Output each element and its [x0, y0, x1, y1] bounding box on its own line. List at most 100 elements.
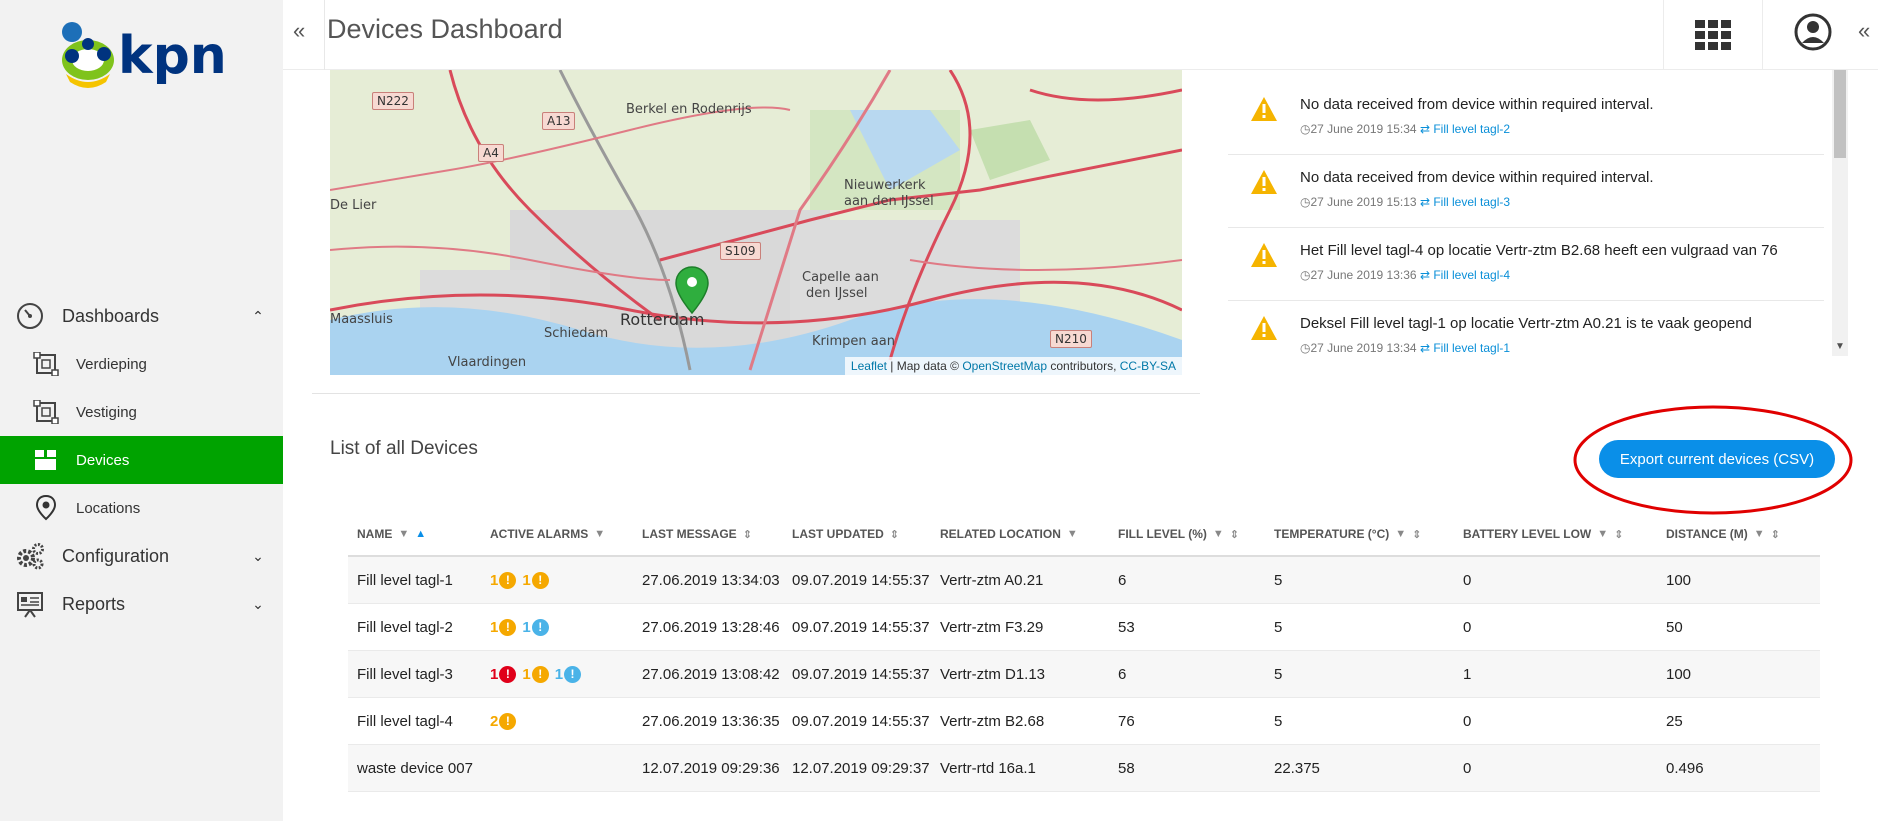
chevron-up-icon[interactable]: ⌃ [243, 308, 273, 325]
nav-group-label: Configuration [62, 545, 170, 566]
attribution-text: | Map data © [890, 359, 959, 373]
table-row[interactable]: Fill level tagl-4 2! 27.06.2019 13:36:35 09… [348, 698, 1820, 745]
alarm-count: 1 [554, 665, 564, 683]
alert-device-link[interactable]: Fill level tagl-2 [1433, 122, 1510, 136]
alarm-exclamation-icon: ! [564, 665, 582, 683]
table-row[interactable]: Fill level tagl-1 1! 1! 27.06.2019 13:34:03… [348, 557, 1820, 604]
cell-last-message: 12.07.2019 09:29:36 [642, 759, 780, 777]
filter-icon[interactable]: ▼ [398, 528, 409, 540]
nav-group-dashboards[interactable]: Dashboards ⌃ [0, 292, 283, 340]
column-header-distance[interactable]: DISTANCE (M) ▼ ⇕ [1666, 527, 1816, 541]
cell-last-updated: 09.07.2019 14:55:37 [792, 571, 930, 589]
filter-icon[interactable]: ▼ [594, 528, 605, 540]
column-header-last-message[interactable]: LAST MESSAGE ⇕ [642, 527, 792, 541]
alarm-badge-orange[interactable]: 1! [490, 618, 517, 636]
collapse-right-panel-button[interactable]: « [1858, 18, 1870, 44]
cell-battery-level-low: 0 [1463, 712, 1472, 730]
column-header-label: ACTIVE ALARMS [490, 527, 589, 541]
map-label: Maassluis [330, 312, 393, 327]
column-header-related-location[interactable]: RELATED LOCATION ▼ [940, 527, 1118, 541]
table-row[interactable]: Fill level tagl-3 1! 1! 1! 27.06.2019 13:08:… [348, 651, 1820, 698]
alert-item[interactable]: Het Fill level tagl-4 op locatie Vertr-z… [1228, 228, 1824, 301]
column-header-label: NAME [357, 527, 393, 541]
exchange-icon: ⇄ [1419, 122, 1430, 136]
column-header-last-updated[interactable]: LAST UPDATED ⇕ [792, 527, 940, 541]
filter-icon[interactable]: ▼ [1067, 528, 1078, 540]
collapse-sidebar-button[interactable]: « [293, 18, 305, 44]
table-row[interactable]: Fill level tagl-2 1! 1! 27.06.2019 13:28:46… [348, 604, 1820, 651]
filter-icon[interactable]: ▼ [1213, 528, 1224, 540]
device-map[interactable]: Berkel en Rodenrijs De Lier Nieuwerkerk … [330, 70, 1182, 375]
alert-item[interactable]: No data received from device within requ… [1228, 82, 1824, 155]
kpn-logo[interactable]: kpn [52, 16, 232, 96]
alarm-count: 1 [522, 665, 531, 683]
filter-icon[interactable]: ▼ [1754, 528, 1765, 540]
apps-grid-button[interactable] [1663, 0, 1763, 70]
devices-list-title: List of all Devices [330, 438, 478, 459]
filter-icon[interactable]: ▼ [1395, 528, 1406, 540]
alarm-badge-orange[interactable]: 1! [490, 571, 517, 589]
map-label: Schiedam [544, 326, 609, 341]
sort-icon[interactable]: ⇕ [1614, 528, 1623, 541]
column-header-label: RELATED LOCATION [940, 527, 1061, 541]
alert-meta: ◷27 June 2019 13:36 ⇄ Fill level tagl-4 [1300, 268, 1510, 282]
alert-device-link[interactable]: Fill level tagl-1 [1433, 341, 1510, 355]
alarm-count: 1 [522, 618, 531, 636]
sort-icon[interactable]: ⇕ [890, 528, 899, 541]
scrollbar-thumb[interactable] [1834, 70, 1846, 158]
floor-plan-icon [32, 398, 60, 426]
column-header-active-alarms[interactable]: ACTIVE ALARMS ▼ [490, 527, 642, 541]
filter-icon[interactable]: ▼ [1597, 528, 1608, 540]
leaflet-link[interactable]: Leaflet [851, 359, 887, 373]
map-label: Nieuwerkerk [844, 178, 926, 193]
column-header-temperature[interactable]: TEMPERATURE (°C) ▼ ⇕ [1274, 527, 1463, 541]
cell-fill-level: 6 [1118, 571, 1127, 589]
nav-group-reports[interactable]: Reports ⌄ [0, 580, 283, 628]
cell-last-updated: 09.07.2019 14:55:37 [792, 618, 930, 636]
alert-device-link[interactable]: Fill level tagl-3 [1433, 195, 1510, 209]
sidebar-item-devices[interactable]: Devices [0, 436, 283, 484]
cell-distance: 25 [1666, 712, 1683, 730]
sort-icon[interactable]: ⇕ [1230, 528, 1239, 541]
alert-time: 27 June 2019 15:13 [1310, 195, 1417, 209]
column-header-battery-level-low[interactable]: BATTERY LEVEL LOW ▼ ⇕ [1463, 527, 1666, 541]
alarm-badge-orange[interactable]: 1! [522, 571, 549, 589]
column-header-label: FILL LEVEL (%) [1118, 527, 1207, 541]
sidebar-item-verdieping[interactable]: Verdieping [0, 340, 283, 388]
cell-last-updated: 09.07.2019 14:55:37 [792, 712, 930, 730]
sort-icon[interactable]: ⇕ [1412, 528, 1421, 541]
alerts-scrollbar[interactable]: ▼ [1832, 70, 1848, 356]
sort-icon[interactable]: ⇕ [743, 528, 752, 541]
osm-link[interactable]: OpenStreetMap [962, 359, 1047, 373]
chevron-down-icon[interactable]: ⌄ [243, 548, 273, 565]
alarm-badge-orange[interactable]: 2! [490, 712, 517, 730]
alarm-badge-red[interactable]: 1! [490, 665, 517, 683]
cell-temperature: 5 [1274, 712, 1283, 730]
sort-asc-icon[interactable]: ▲ [415, 528, 426, 540]
column-header-fill-level[interactable]: FILL LEVEL (%) ▼ ⇕ [1118, 527, 1274, 541]
alarm-badge-orange[interactable]: 1! [522, 665, 549, 683]
table-row[interactable]: waste device 007 12.07.2019 09:29:36 12.07… [348, 745, 1820, 792]
export-csv-button[interactable]: Export current devices (CSV) [1599, 440, 1835, 478]
exchange-icon: ⇄ [1419, 341, 1430, 355]
alarm-exclamation-icon: ! [499, 618, 517, 636]
scroll-down-arrow-icon[interactable]: ▼ [1835, 341, 1845, 352]
sidebar-item-vestiging[interactable]: Vestiging [0, 388, 283, 436]
nav-group-configuration[interactable]: Configuration ⌄ [0, 532, 283, 580]
exchange-icon: ⇄ [1419, 195, 1430, 209]
alarm-badge-blue[interactable]: 1! [554, 665, 582, 683]
alert-device-link[interactable]: Fill level tagl-4 [1433, 268, 1510, 282]
sidebar-item-locations[interactable]: Locations [0, 484, 283, 532]
map-marker-icon[interactable] [675, 266, 709, 314]
column-header-name[interactable]: NAME ▼ ▲ [348, 527, 490, 541]
chevron-down-icon[interactable]: ⌄ [243, 596, 273, 613]
map-pin-icon [32, 494, 60, 522]
sort-icon[interactable]: ⇕ [1771, 528, 1780, 541]
table-header: NAME ▼ ▲ ACTIVE ALARMS ▼ LAST MESSAGE ⇕ LAST… [348, 513, 1820, 557]
alarm-badge-blue[interactable]: 1! [522, 618, 549, 636]
alert-item[interactable]: No data received from device within requ… [1228, 155, 1824, 228]
user-profile-button[interactable] [1793, 12, 1839, 58]
cell-active-alarms: 2! [490, 712, 642, 730]
alert-item[interactable]: Deksel Fill level tagl-1 op locatie Vert… [1228, 301, 1824, 356]
license-link[interactable]: CC-BY-SA [1120, 359, 1176, 373]
